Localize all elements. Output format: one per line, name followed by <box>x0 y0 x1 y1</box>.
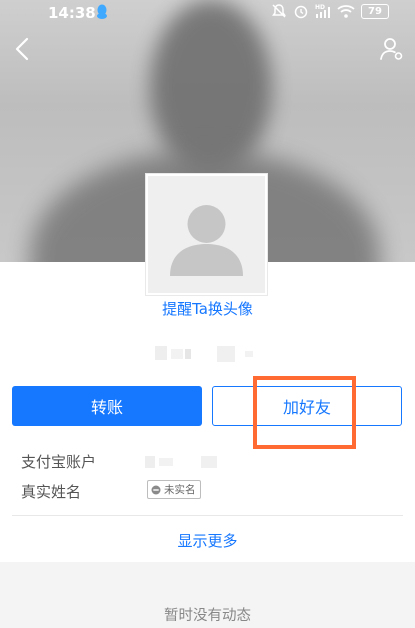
masked-account-value <box>145 456 217 468</box>
battery-icon: 79 <box>361 3 389 19</box>
minus-circle-icon <box>151 485 161 494</box>
status-time: 14:38 <box>48 4 96 22</box>
svg-text:HD: HD <box>315 4 325 11</box>
hd-signal-icon: HD <box>315 4 330 18</box>
person-settings-icon[interactable] <box>379 36 405 62</box>
avatar[interactable] <box>146 174 267 295</box>
show-more-link[interactable]: 显示更多 <box>0 530 415 551</box>
cover-blur-head <box>150 0 272 175</box>
unverified-badge: 未实名 <box>147 480 201 499</box>
alarm-icon <box>294 5 308 19</box>
status-bar: 14:38 HD 79 <box>0 0 415 26</box>
transfer-button[interactable]: 转账 <box>12 386 202 426</box>
default-person-icon <box>170 205 243 276</box>
account-label: 支付宝账户 <box>21 453 97 471</box>
mute-icon <box>272 4 286 18</box>
add-friend-button[interactable]: 加好友 <box>212 386 402 426</box>
add-friend-label: 加好友 <box>282 400 331 417</box>
real-name-label: 真实姓名 <box>21 483 82 501</box>
wifi-icon <box>337 5 355 18</box>
remind-change-avatar-link[interactable]: 提醒Ta换头像 <box>0 298 415 319</box>
back-chevron-icon[interactable] <box>12 36 36 62</box>
transfer-label: 转账 <box>90 400 123 417</box>
masked-nickname <box>155 346 253 362</box>
qq-icon <box>97 4 107 19</box>
unverified-text: 未实名 <box>164 484 196 496</box>
no-activity-text: 暂时没有动态 <box>164 608 251 624</box>
status-icons: HD 79 <box>271 3 389 19</box>
battery-level: 79 <box>368 5 382 17</box>
divider <box>12 515 403 516</box>
